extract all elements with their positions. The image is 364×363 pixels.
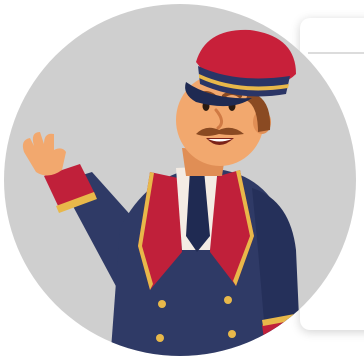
coat-button-3 — [156, 334, 164, 342]
doorman-avatar — [0, 0, 364, 363]
doorman-avatar-svg — [4, 4, 356, 356]
coat-button-2 — [224, 296, 232, 304]
coat-button-4 — [228, 330, 236, 338]
coat-button-1 — [158, 300, 166, 308]
doorman-illustration-stage — [0, 0, 364, 363]
